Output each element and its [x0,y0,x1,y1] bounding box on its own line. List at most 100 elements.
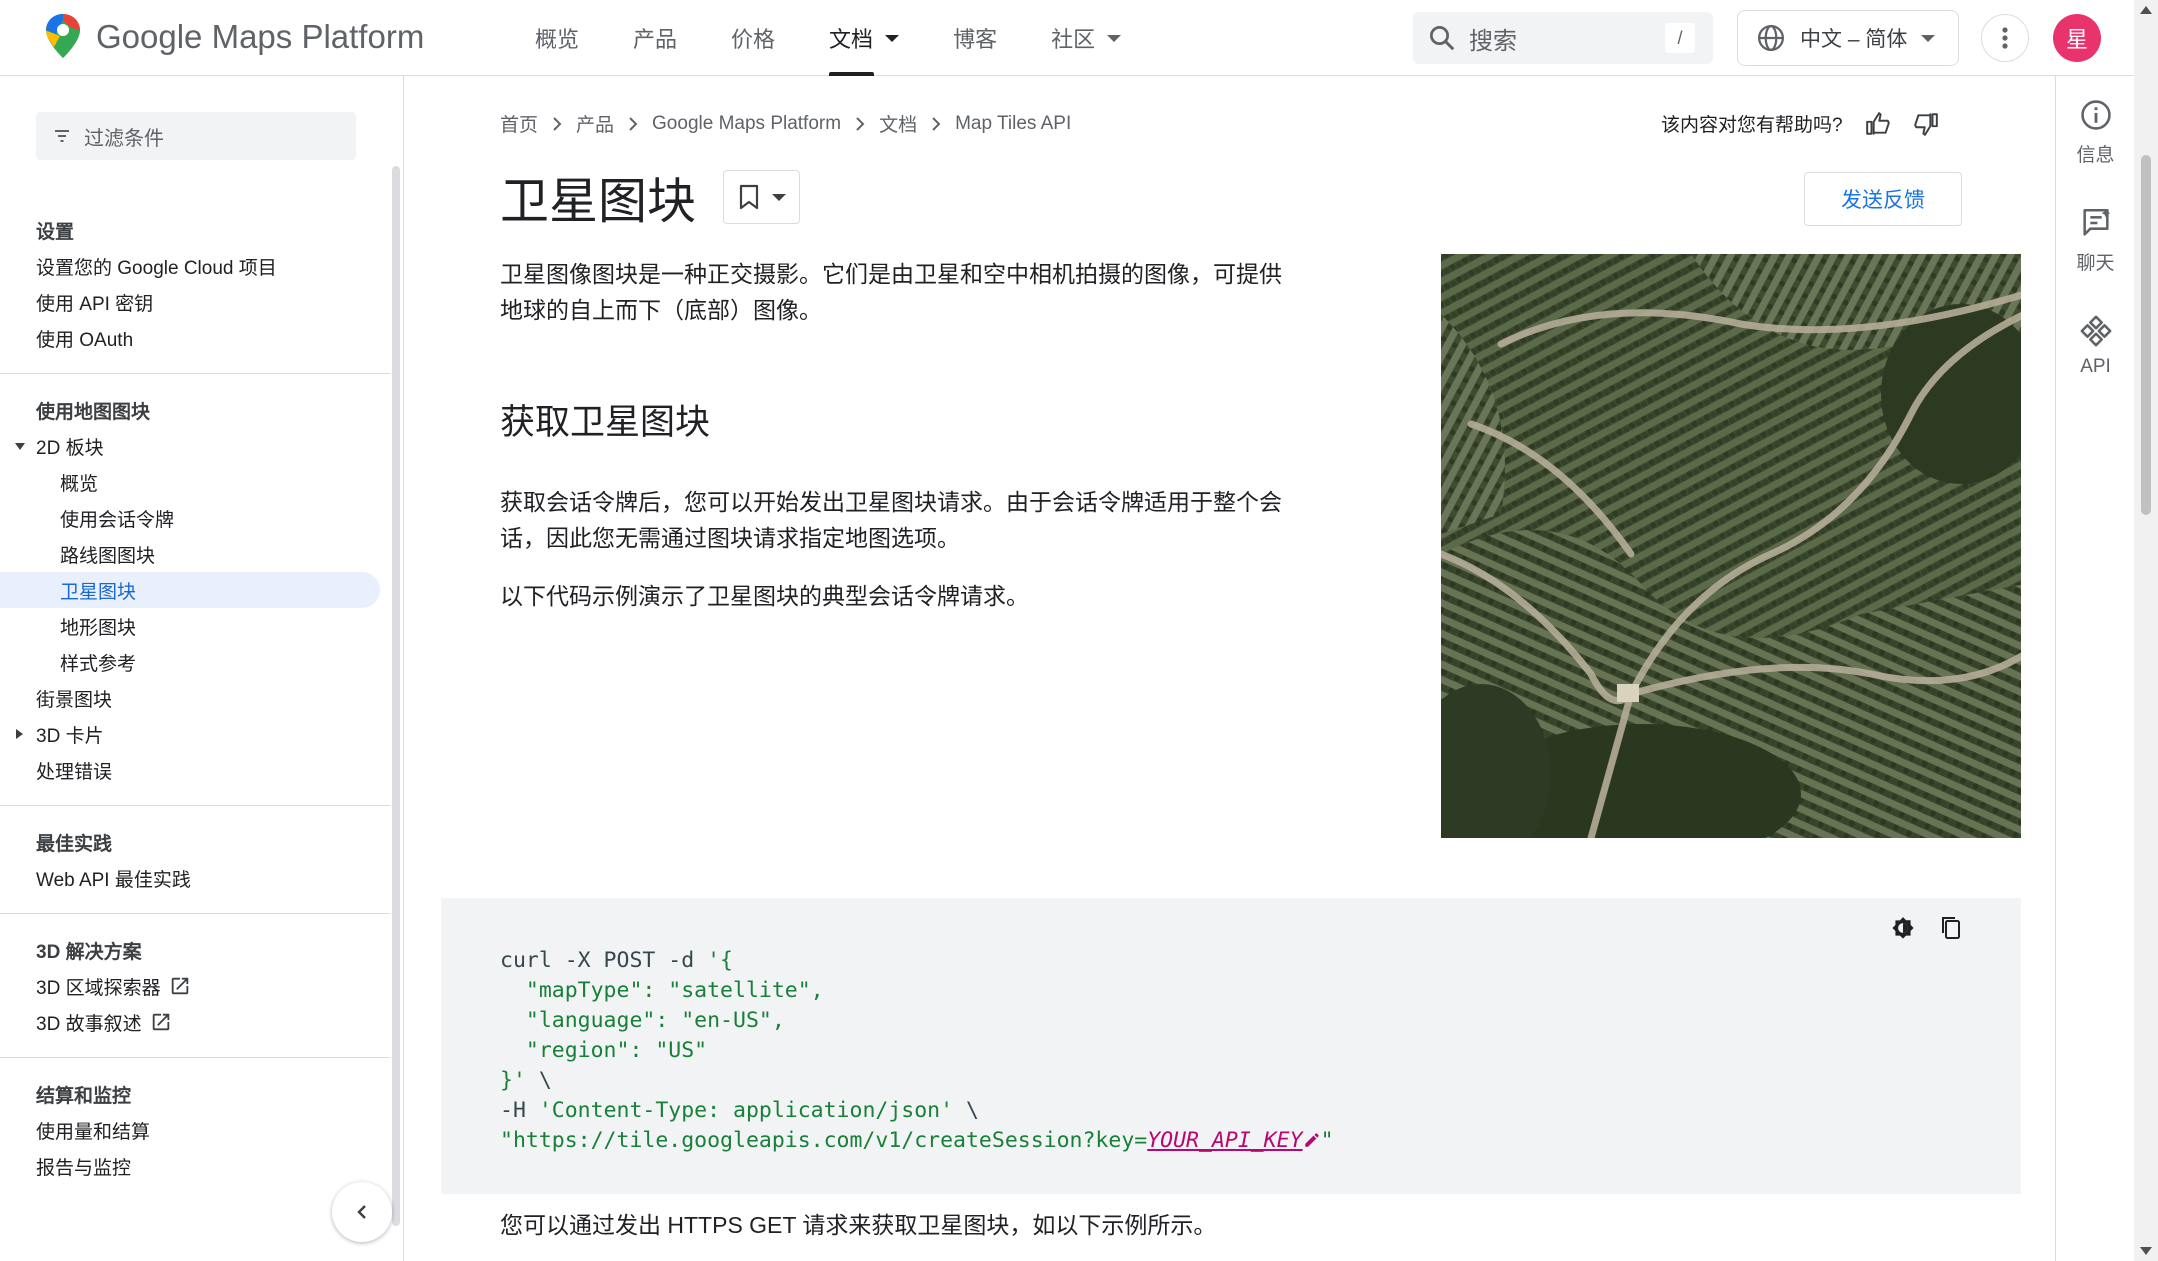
sidebar-item-3d-area-explorer[interactable]: 3D 区域探索器 [0,968,390,1004]
breadcrumb-home[interactable]: 首页 [500,110,538,137]
api-key-placeholder[interactable]: YOUR_API_KEY [1147,1128,1302,1153]
external-link-icon [152,1013,169,1031]
top-header: Google Maps Platform 概览 产品 价格 文档 博客 社区 搜… [0,0,2158,76]
rail-api-button[interactable]: API [2056,314,2135,378]
theme-toggle-button[interactable] [1885,910,1921,946]
sidebar-item-api-key[interactable]: 使用 API 密钥 [0,284,390,320]
filter-placeholder: 过滤条件 [84,127,164,150]
sidebar-item-street-view-tiles[interactable]: 街景图块 [0,680,390,716]
sidebar-item-3d-storytelling[interactable]: 3D 故事叙述 [0,1004,390,1040]
search-shortcut-key: / [1665,23,1695,53]
language-label: 中文 – 简体 [1800,28,1908,51]
scroll-up-icon[interactable] [2140,6,2152,14]
maps-logo-icon[interactable] [46,14,80,58]
language-select[interactable]: 中文 – 简体 [1737,10,1959,66]
breadcrumb: 首页 产品 Google Maps Platform 文档 Map Tiles … [500,110,1071,137]
nav-pricing[interactable]: 价格 [704,0,802,76]
article: 首页 产品 Google Maps Platform 文档 Map Tiles … [441,76,2021,1261]
chevron-right-icon [932,116,941,131]
sidebar-item-usage-billing[interactable]: 使用量和结算 [0,1112,390,1148]
sidebar-item-oauth[interactable]: 使用 OAuth [0,320,390,356]
sidebar-scrollbar[interactable] [392,166,400,1226]
rail-label: 聊天 [2076,253,2115,274]
code-string: '{ [707,948,733,973]
rail-label: API [2080,356,2111,377]
helpful-feedback: 该内容对您有帮助吗? [1661,110,1939,137]
satellite-image-graphic [1441,254,2021,838]
more-options-button[interactable] [1981,14,2029,62]
chevron-down-icon [771,193,786,201]
breadcrumb-platform[interactable]: Google Maps Platform [652,113,841,135]
sidebar-section-tiles: 使用地图图块 2D 板块 概览 使用会话令牌 路线图图块 卫星图块 地形图块 样… [0,392,390,788]
edit-pencil-icon[interactable] [1303,1131,1321,1149]
code-text: \ [525,1068,552,1093]
thumb-up-icon[interactable] [1865,111,1891,137]
code-block: curl -X POST -d '{ "mapType": "satellite… [441,898,2021,1194]
sidebar-section-3d-solutions: 3D 解决方案 3D 区域探索器 3D 故事叙述 [0,932,390,1040]
code-listing[interactable]: curl -X POST -d '{ "mapType": "satellite… [500,946,1334,1156]
nav-blog[interactable]: 博客 [926,0,1024,76]
code-string: " [1320,1128,1334,1153]
sidebar-item-roadmap-tiles[interactable]: 路线图图块 [0,536,390,572]
nav-label: 社区 [1051,27,1096,52]
send-feedback-button[interactable]: 发送反馈 [1804,172,1962,226]
nav-community[interactable]: 社区 [1024,0,1148,76]
rail-info-button[interactable]: 信息 [2056,98,2135,167]
chevron-right-icon [856,116,865,131]
session-paragraph: 获取会话令牌后，您可以开始发出卫星图块请求。由于会话令牌适用于整个会 话，因此您… [500,484,1330,556]
chevron-right-icon [629,116,638,131]
expand-right-icon [16,729,23,739]
code-toolbar [1873,910,1969,946]
scrollbar-thumb[interactable] [2141,155,2151,515]
brand-name[interactable]: Google Maps Platform [96,18,424,56]
chevron-right-icon [553,116,562,131]
search-input[interactable]: 搜索 / [1413,12,1713,64]
thumb-down-icon[interactable] [1913,111,1939,137]
globe-icon [1758,25,1784,51]
sidebar-item-terrain-tiles[interactable]: 地形图块 [0,608,390,644]
breadcrumb-products[interactable]: 产品 [576,110,614,137]
scroll-down-icon[interactable] [2140,1247,2152,1255]
search-icon [1430,26,1455,51]
sidebar-item-setup-project[interactable]: 设置您的 Google Cloud 项目 [0,248,390,284]
copy-code-button[interactable] [1933,910,1969,946]
left-sidebar: 过滤条件 设置 设置您的 Google Cloud 项目 使用 API 密钥 使… [0,76,404,1261]
session-line: 获取会话令牌后，您可以开始发出卫星图块请求。由于会话令牌适用于整个会 [500,489,1282,515]
sidebar-item-overview[interactable]: 概览 [0,464,390,500]
sidebar-item-web-api-best[interactable]: Web API 最佳实践 [0,860,390,896]
sidebar-heading: 设置 [36,221,75,243]
sidebar-item-handle-errors[interactable]: 处理错误 [0,752,390,788]
sidebar-section-best-practices: 最佳实践 Web API 最佳实践 [0,824,390,896]
nav-overview[interactable]: 概览 [508,0,606,76]
sidebar-item-reporting[interactable]: 报告与监控 [0,1148,390,1184]
bookmark-button[interactable] [723,170,800,224]
expand-down-icon [15,443,25,450]
collapse-sidebar-button[interactable] [332,1182,392,1242]
window-scrollbar[interactable] [2134,0,2158,1261]
sidebar-item-label: 3D 区域探索器 [36,977,161,999]
copy-icon [1942,917,1960,939]
page-title: 卫星图块 [500,175,697,229]
chevron-down-icon [1921,34,1936,42]
code-text: -H [500,1098,539,1123]
intro-paragraph: 卫星图像图块是一种正交摄影。它们是由卫星和空中相机拍摄的图像，可提供 地球的自上… [500,256,1330,328]
breadcrumb-docs[interactable]: 文档 [879,110,917,137]
rail-chat-button[interactable]: 聊天 [2056,206,2135,275]
breadcrumb-map-tiles-api[interactable]: Map Tiles API [955,113,1071,135]
sidebar-item-2d-tiles[interactable]: 2D 板块 [0,428,390,464]
sidebar-section-setup: 设置 设置您的 Google Cloud 项目 使用 API 密钥 使用 OAu… [0,212,390,356]
filter-input[interactable]: 过滤条件 [36,112,356,160]
brightness-icon [1892,917,1914,939]
avatar[interactable]: 星 [2053,14,2101,62]
sidebar-section-billing: 结算和监控 使用量和结算 报告与监控 [0,1076,390,1184]
sidebar-item-satellite-tiles[interactable]: 卫星图块 [0,572,380,608]
code-text: \ [953,1098,979,1123]
nav-products[interactable]: 产品 [606,0,704,76]
sidebar-heading: 结算和监控 [36,1085,132,1107]
sidebar-item-session-token[interactable]: 使用会话令牌 [0,500,390,536]
sidebar-item-label: 2D 板块 [36,437,104,459]
nav-docs[interactable]: 文档 [802,0,926,76]
sidebar-item-3d-tiles[interactable]: 3D 卡片 [0,716,390,752]
sidebar-item-style-reference[interactable]: 样式参考 [0,644,390,680]
code-string: 'Content-Type: application/json' [538,1098,954,1123]
